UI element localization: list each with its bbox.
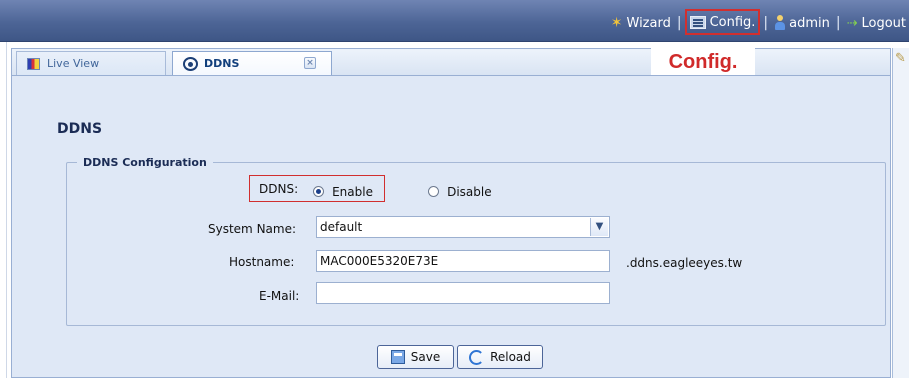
save-icon (390, 350, 405, 364)
wizard-icon: ✶ (610, 15, 623, 31)
live-view-icon (27, 57, 40, 70)
enable-radio[interactable] (313, 186, 324, 197)
ddns-label: DDNS: (259, 182, 299, 196)
system-name-value: default (320, 220, 363, 234)
tab-ddns[interactable]: DDNS × (172, 51, 332, 75)
tab-live-view[interactable]: Live View (16, 51, 166, 75)
save-button[interactable]: Save (377, 345, 454, 369)
top-bar: ✶ Wizard | Config. | admin | ⇢ Logout (0, 0, 909, 42)
system-name-label: System Name: (208, 222, 297, 236)
hostname-label: Hostname: (229, 255, 295, 269)
right-edge-panel (892, 48, 909, 378)
separator: | (763, 15, 769, 31)
logout-label: Logout (861, 15, 906, 31)
email-label: E-Mail: (259, 289, 300, 303)
config-annotation: Config. (651, 48, 755, 76)
ddns-icon (183, 56, 198, 71)
admin-label: admin (789, 15, 830, 31)
enable-label: Enable (332, 184, 373, 199)
page-title: DDNS (57, 121, 103, 137)
separator: | (676, 15, 682, 31)
hostname-value: MAC000E5320E73E (320, 254, 439, 268)
enable-option[interactable]: Enable (313, 181, 373, 200)
wizard-link[interactable]: ✶ Wizard (608, 13, 674, 33)
logout-icon: ⇢ (846, 15, 858, 31)
left-divider (6, 42, 7, 378)
logout-link[interactable]: ⇢ Logout (844, 13, 909, 33)
tab-ddns-label: DDNS (204, 57, 240, 70)
separator: | (835, 15, 841, 31)
email-field[interactable] (316, 282, 610, 304)
hostname-suffix: .ddns.eagleeyes.tw (626, 256, 743, 270)
config-icon (689, 15, 706, 29)
save-label: Save (410, 350, 441, 364)
tab-strip: Live View DDNS × (11, 48, 891, 75)
disable-option[interactable]: Disable (428, 181, 492, 200)
disable-label: Disable (447, 184, 492, 199)
admin-link[interactable]: admin (771, 13, 833, 33)
tab-live-view-label: Live View (47, 57, 100, 70)
close-tab-icon[interactable]: × (304, 57, 316, 69)
reload-label: Reload (490, 350, 531, 364)
top-navigation: ✶ Wizard | Config. | admin | ⇢ Logout (608, 9, 909, 35)
config-label: Config. (709, 14, 756, 30)
hostname-input[interactable]: MAC000E5320E73E (316, 250, 610, 272)
wizard-label: Wizard (626, 15, 671, 31)
system-name-select[interactable]: default ▼ (316, 216, 610, 238)
config-link[interactable]: Config. (684, 9, 761, 35)
disable-radio[interactable] (428, 186, 439, 197)
reload-icon (469, 349, 485, 365)
reload-button[interactable]: Reload (457, 345, 543, 369)
chevron-down-icon[interactable]: ▼ (590, 218, 608, 236)
user-icon (774, 15, 786, 31)
section-title: DDNS Configuration (83, 156, 207, 169)
